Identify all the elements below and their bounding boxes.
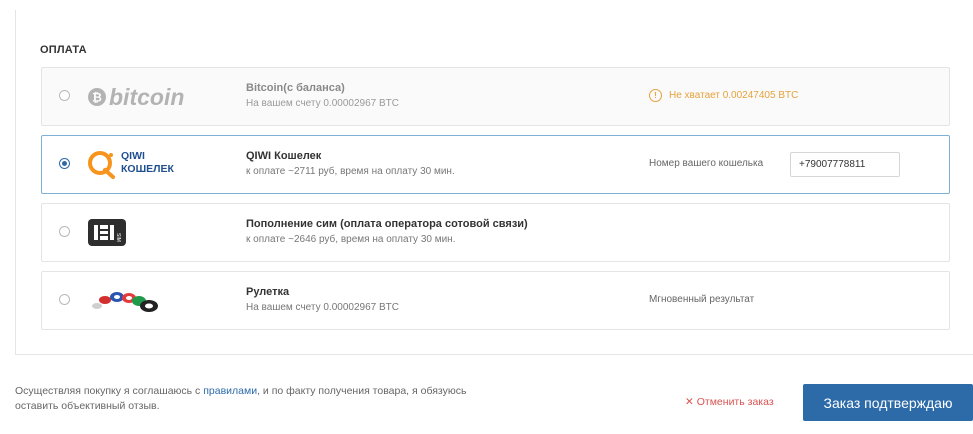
warning-icon: ! — [649, 89, 662, 102]
option-title: Bitcoin(с баланса) — [246, 82, 345, 94]
payment-option-roulette[interactable]: Рулетка На вашем счету 0.00002967 BTC Мг… — [41, 271, 950, 330]
option-subtitle: На вашем счету 0.00002967 BTC — [246, 98, 399, 109]
bitcoin-logo-icon: ₿ bitcoin — [87, 78, 207, 116]
qiwi-logo-text-2: КОШЕЛЕК — [121, 163, 174, 175]
radio-qiwi[interactable] — [59, 158, 70, 169]
close-icon: ✕ — [685, 396, 694, 408]
option-title: Рулетка — [246, 286, 290, 298]
svg-text:SIM: SIM — [115, 233, 121, 242]
qiwi-logo-text-1: QIWI — [121, 150, 145, 162]
sim-card-icon: SIM — [87, 214, 207, 252]
option-subtitle: к оплате ~2646 руб, время на оплату 30 м… — [246, 234, 456, 245]
option-title: QIWI Кошелек — [246, 150, 322, 162]
radio-bitcoin[interactable] — [59, 90, 70, 101]
section-title: ОПЛАТА — [40, 44, 87, 56]
qiwi-wallet-logo: QIWI КОШЕЛЕК — [87, 146, 207, 184]
agreement-text: Осуществляя покупку я соглашаюсь с прави… — [15, 384, 485, 414]
option-subtitle: На вашем счету 0.00002967 BTC — [246, 302, 399, 313]
svg-text:₿: ₿ — [92, 91, 102, 105]
instant-result-label: Мгновенный результат — [649, 294, 755, 305]
wallet-number-input[interactable] — [790, 152, 900, 177]
cancel-order-label: Отменить заказ — [696, 396, 774, 408]
radio-sim[interactable] — [59, 226, 70, 237]
option-title: Пополнение сим (оплата оператора сотовой… — [246, 218, 528, 230]
payment-option-sim[interactable]: SIM Пополнение сим (оплата оператора сот… — [41, 203, 950, 262]
payment-option-qiwi[interactable]: QIWI КОШЕЛЕК QIWI Кошелек к оплате ~2711… — [41, 135, 950, 194]
rules-link[interactable]: правилами — [203, 385, 257, 397]
agreement-text-before: Осуществляя покупку я соглашаюсь с — [15, 385, 204, 397]
svg-text:bitcoin: bitcoin — [109, 84, 184, 110]
payment-option-bitcoin[interactable]: ₿ bitcoin Bitcoin(с баланса) На вашем сч… — [41, 67, 950, 126]
radio-roulette[interactable] — [59, 294, 70, 305]
insufficient-funds-warning: ! Не хватает 0.00247405 BTC — [649, 89, 798, 102]
option-subtitle: к оплате ~2711 руб, время на оплату 30 м… — [246, 166, 455, 177]
casino-chips-icon — [87, 282, 207, 320]
warning-text: Не хватает 0.00247405 BTC — [669, 90, 799, 101]
confirm-order-button[interactable]: Заказ подтверждаю — [803, 384, 973, 421]
wallet-number-label: Номер вашего кошелька — [649, 158, 764, 169]
cancel-order-button[interactable]: ✕ Отменить заказ — [685, 396, 774, 408]
